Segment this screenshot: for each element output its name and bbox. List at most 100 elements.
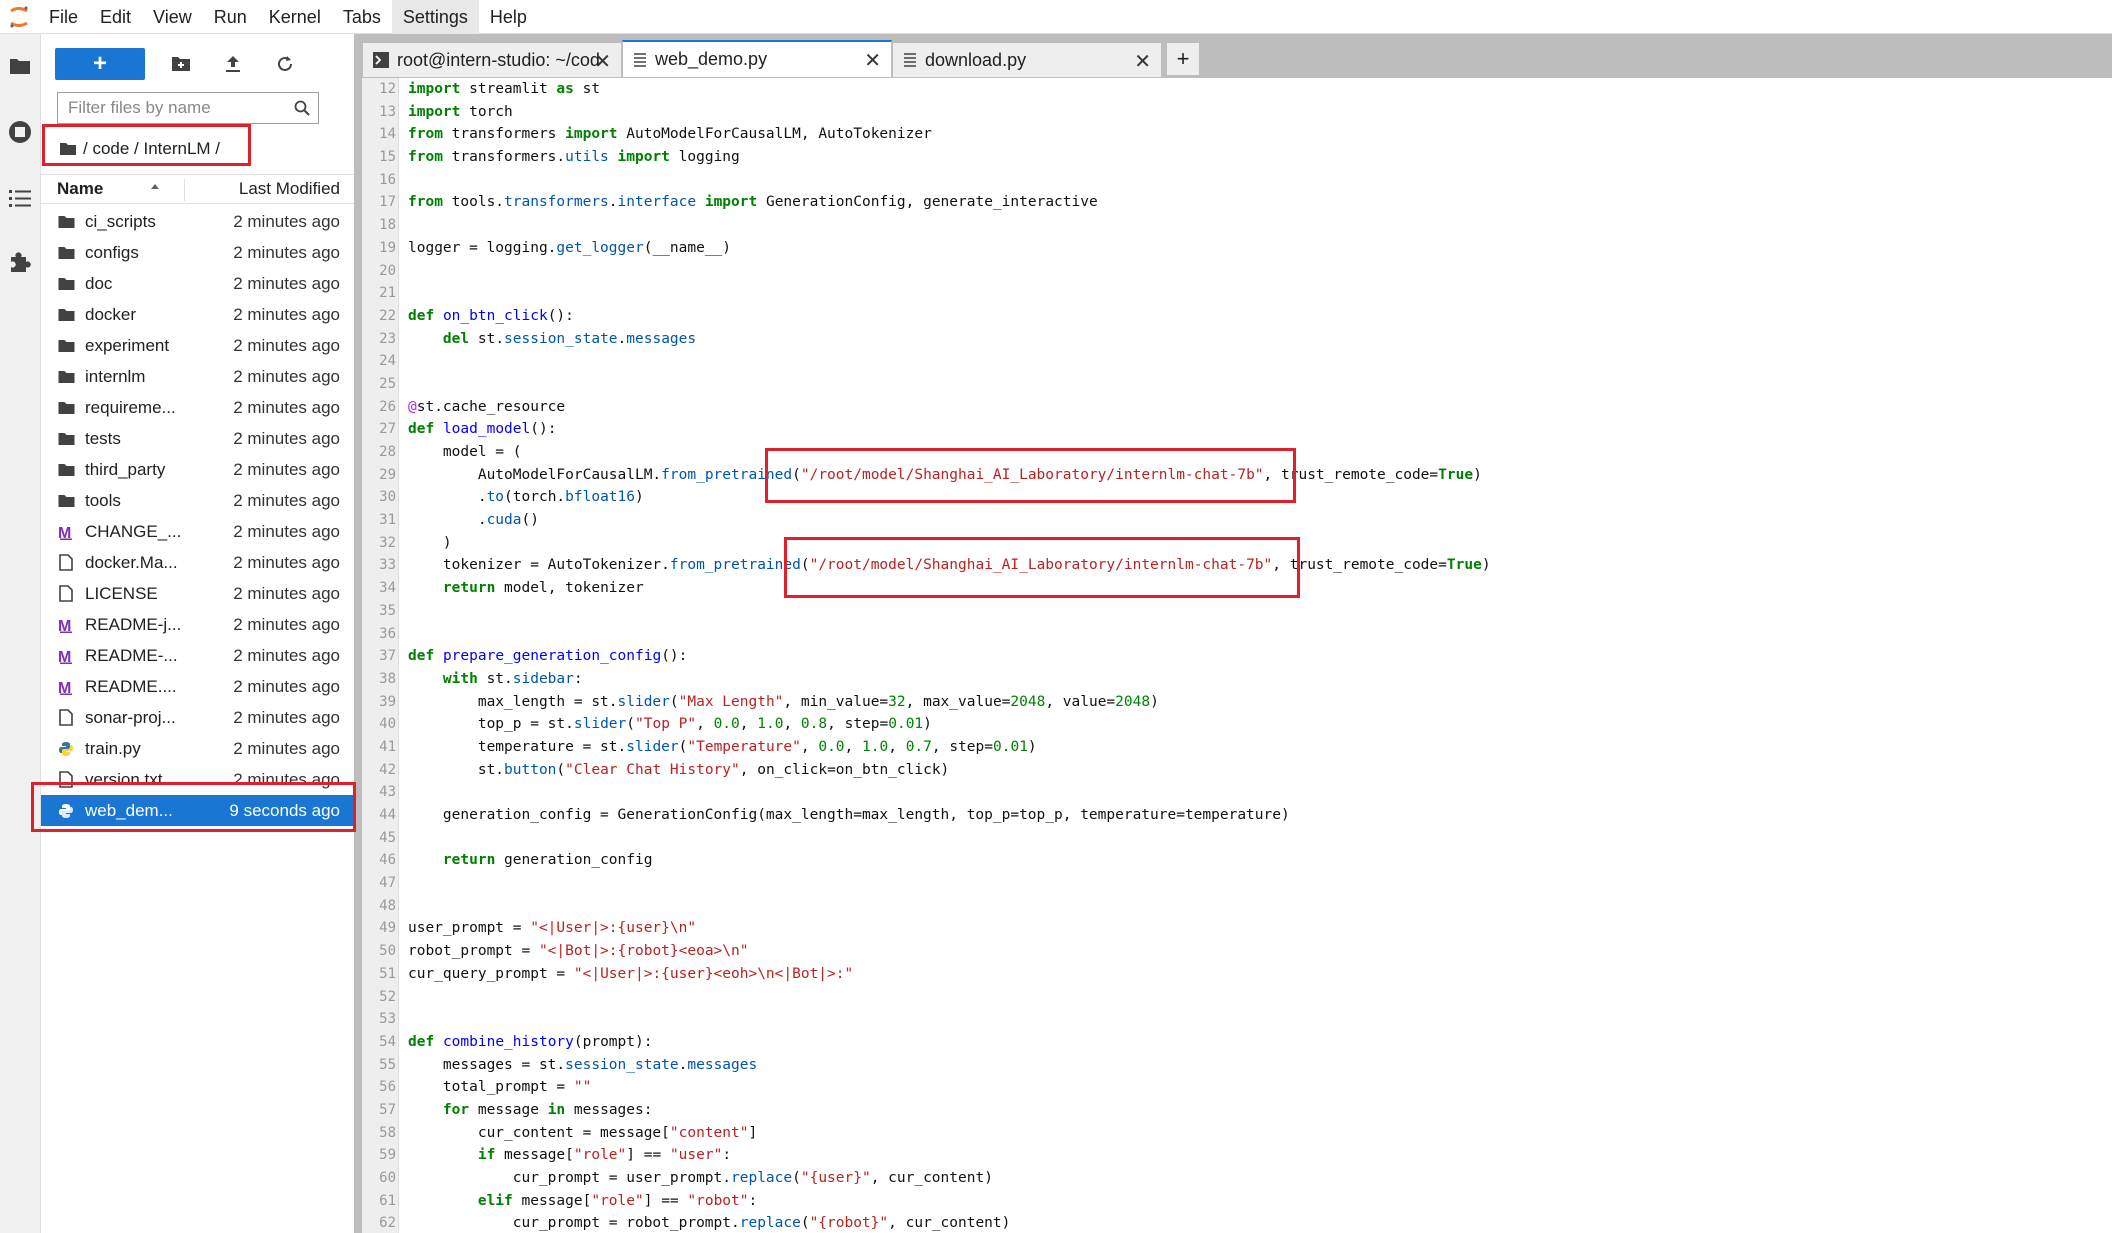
code-editor[interactable]: 12 import streamlit as st 13 import torch 14… — [362, 78, 2112, 1233]
code-line: 53 — [362, 1008, 2112, 1031]
file-row[interactable]: M CHANGE_... 2 minutes ago — [41, 516, 354, 547]
menu-settings[interactable]: Settings — [391, 0, 479, 34]
file-modified: 9 seconds ago — [229, 800, 340, 820]
file-row[interactable]: third_party 2 minutes ago — [41, 454, 354, 485]
name-column-header[interactable]: Name — [57, 179, 103, 199]
file-modified: 2 minutes ago — [233, 397, 340, 417]
code-text: user_prompt = "<|User|>:{user}\n" — [408, 920, 697, 937]
close-tab-icon[interactable]: ✕ — [1134, 49, 1151, 74]
last-modified-column-header[interactable]: Last Modified — [239, 179, 340, 199]
file-browser: + / code / InternLM / Name Last Modified… — [41, 34, 354, 1233]
file-row[interactable]: internlm 2 minutes ago — [41, 361, 354, 392]
file-name: requireme... — [85, 397, 176, 417]
file-row[interactable]: LICENSE 2 minutes ago — [41, 578, 354, 609]
file-row[interactable]: M README-j... 2 minutes ago — [41, 609, 354, 640]
folder-icon — [57, 306, 75, 324]
code-line: 47 — [362, 872, 2112, 895]
line-number: 30 — [379, 489, 396, 506]
line-number: 25 — [379, 375, 396, 392]
line-number: 58 — [379, 1124, 396, 1141]
file-name: docker.Ma... — [85, 552, 178, 572]
panel-splitter[interactable] — [354, 34, 362, 1233]
line-number: 45 — [379, 829, 396, 846]
close-tab-icon[interactable]: ✕ — [864, 48, 881, 73]
running-kernels-icon[interactable] — [6, 118, 34, 146]
file-row[interactable]: experiment 2 minutes ago — [41, 330, 354, 361]
tab-label: root@intern-studio: ~/cod — [397, 49, 600, 70]
code-line: 23 del st.session_state.messages — [362, 328, 2112, 351]
file-modified: 2 minutes ago — [233, 242, 340, 262]
file-row[interactable]: M README-... 2 minutes ago — [41, 640, 354, 671]
menu-run[interactable]: Run — [203, 0, 258, 34]
breadcrumb-path[interactable]: / code / InternLM / — [83, 139, 220, 159]
tab-label: download.py — [925, 49, 1027, 70]
code-text: import torch — [408, 103, 513, 120]
file-row[interactable]: requireme... 2 minutes ago — [41, 392, 354, 423]
menu-tabs[interactable]: Tabs — [332, 0, 392, 34]
python-icon — [57, 802, 75, 820]
tab-download[interactable]: download.py ✕ — [892, 42, 1162, 78]
file-icon — [57, 554, 75, 572]
code-text: import streamlit as st — [408, 81, 601, 97]
file-icon — [57, 585, 75, 603]
file-icon — [57, 771, 75, 789]
tab-web-demo[interactable]: web_demo.py ✕ — [622, 40, 892, 78]
file-row[interactable]: ci_scripts 2 minutes ago — [41, 206, 354, 237]
upload-button[interactable] — [217, 48, 249, 80]
markdown-icon: M — [57, 678, 75, 696]
refresh-button[interactable] — [269, 48, 301, 80]
file-row[interactable]: docker 2 minutes ago — [41, 299, 354, 330]
python-icon — [57, 740, 75, 758]
file-row[interactable]: M README.... 2 minutes ago — [41, 671, 354, 702]
line-number: 24 — [379, 353, 396, 370]
column-divider[interactable] — [184, 179, 185, 201]
line-number: 16 — [379, 171, 396, 188]
file-icon — [57, 709, 75, 727]
new-folder-button[interactable] — [165, 48, 197, 80]
menu-kernel[interactable]: Kernel — [258, 0, 332, 34]
file-row[interactable]: sonar-proj... 2 minutes ago — [41, 702, 354, 733]
file-list-header: Name Last Modified — [41, 174, 354, 204]
search-icon — [294, 100, 310, 116]
add-tab-button[interactable]: + — [1166, 42, 1200, 76]
new-folder-icon — [172, 57, 190, 71]
filter-files-input[interactable] — [66, 97, 290, 119]
menu-file[interactable]: File — [38, 0, 89, 34]
tab-terminal[interactable]: root@intern-studio: ~/cod ✕ — [362, 42, 622, 78]
line-number: 62 — [379, 1215, 396, 1232]
menu-view[interactable]: View — [142, 0, 203, 34]
menu-edit[interactable]: Edit — [89, 0, 142, 34]
line-number: 27 — [379, 421, 396, 438]
code-line: 33 tokenizer = AutoTokenizer.from_pretra… — [362, 554, 2112, 577]
folder-icon — [57, 368, 75, 386]
activity-bar — [0, 34, 41, 1233]
code-line: 17 from tools.transformers.interface impo… — [362, 191, 2112, 214]
folder-icon[interactable] — [6, 52, 34, 80]
extension-puzzle-icon[interactable] — [6, 248, 34, 276]
file-row[interactable]: docker.Ma... 2 minutes ago — [41, 547, 354, 578]
code-line: 15 from transformers.utils import logging — [362, 146, 2112, 169]
file-list: ci_scripts 2 minutes ago configs 2 minutes … — [41, 206, 354, 826]
file-row[interactable]: tools 2 minutes ago — [41, 485, 354, 516]
code-line: 13 import torch — [362, 101, 2112, 124]
menu-help[interactable]: Help — [479, 0, 538, 34]
close-tab-icon[interactable]: ✕ — [594, 49, 611, 74]
new-launcher-button[interactable]: + — [55, 48, 145, 80]
file-modified: 2 minutes ago — [233, 335, 340, 355]
line-number: 54 — [379, 1033, 396, 1050]
file-modified: 2 minutes ago — [233, 738, 340, 758]
line-number: 29 — [379, 466, 396, 483]
file-row[interactable]: configs 2 minutes ago — [41, 237, 354, 268]
svg-text:M: M — [58, 649, 71, 664]
file-row[interactable]: train.py 2 minutes ago — [41, 733, 354, 764]
file-row[interactable]: doc 2 minutes ago — [41, 268, 354, 299]
code-text: generation_config = GenerationConfig(max… — [408, 807, 1290, 823]
table-of-contents-icon[interactable] — [6, 184, 34, 212]
code-line: 54 def combine_history(prompt): — [362, 1031, 2112, 1054]
file-row[interactable]: version.txt 2 minutes ago — [41, 764, 354, 795]
file-row[interactable]: web_dem... 9 seconds ago — [41, 795, 354, 826]
file-row[interactable]: tests 2 minutes ago — [41, 423, 354, 454]
code-line: 20 — [362, 260, 2112, 283]
home-folder-icon[interactable] — [59, 142, 77, 156]
line-number: 18 — [379, 217, 396, 234]
